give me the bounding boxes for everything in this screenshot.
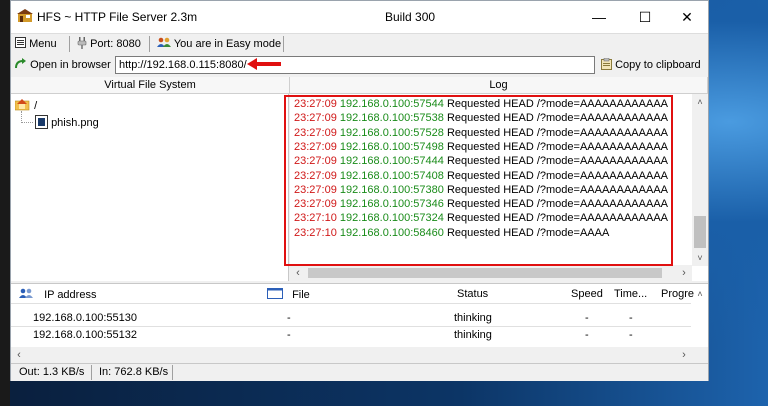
file-column-icon xyxy=(267,288,283,299)
maximize-button[interactable]: ☐ xyxy=(622,1,668,33)
conn-file: - xyxy=(287,329,291,341)
status-divider xyxy=(91,365,92,380)
close-button[interactable]: ✕ xyxy=(664,1,710,33)
menu-button[interactable]: Menu xyxy=(15,37,57,50)
red-highlight-box xyxy=(284,95,673,266)
scroll-down-arrow-icon[interactable]: ˅ xyxy=(692,250,708,266)
toolbar-divider xyxy=(69,36,70,52)
mode-button[interactable]: You are in Easy mode xyxy=(157,37,281,50)
port-button[interactable]: Port: 8080 xyxy=(77,37,141,50)
clipboard-icon xyxy=(601,57,612,70)
url-field[interactable]: http://192.168.0.115:8080/ xyxy=(115,56,595,74)
col-ip-address[interactable]: IP address xyxy=(19,288,96,301)
header-divider xyxy=(11,303,691,304)
desktop-edge xyxy=(0,0,10,406)
menu-label: Menu xyxy=(29,38,57,50)
main-toolbar: Menu Port: 8080 You are in Easy mode xyxy=(11,33,708,54)
open-in-browser-button[interactable]: Open in browser xyxy=(15,58,111,71)
toolbar-divider xyxy=(149,36,150,52)
col-status[interactable]: Status xyxy=(457,288,488,300)
open-in-browser-label: Open in browser xyxy=(30,59,111,71)
col-speed[interactable]: Speed xyxy=(571,288,603,300)
status-in: In: 762.8 KB/s xyxy=(99,366,169,378)
conn-speed: - xyxy=(585,312,589,324)
conn-ip: 192.168.0.100:55132 xyxy=(33,329,137,341)
status-bar: Out: 1.3 KB/s In: 762.8 KB/s xyxy=(11,363,708,381)
toolbar-divider xyxy=(283,36,284,52)
vfs-tree[interactable]: / phish.png xyxy=(11,94,289,281)
scroll-right-arrow-icon[interactable]: › xyxy=(676,265,692,281)
hfs-app-icon xyxy=(17,9,33,22)
col-progress[interactable]: Progre xyxy=(661,288,694,300)
scroll-up-arrow-icon[interactable]: ˄ xyxy=(692,94,708,110)
copy-to-clipboard-button[interactable]: Copy to clipboard xyxy=(601,57,701,71)
vfs-header[interactable]: Virtual File System xyxy=(11,77,290,94)
users-icon xyxy=(157,37,171,47)
log-scroll-thumb[interactable] xyxy=(694,216,706,248)
conn-status: thinking xyxy=(454,312,492,324)
conn-ip: 192.168.0.100:55130 xyxy=(33,312,137,324)
home-folder-icon xyxy=(14,99,30,111)
log-header[interactable]: Log xyxy=(290,77,708,94)
vfs-root-item[interactable]: / xyxy=(14,98,38,112)
minimize-button[interactable]: — xyxy=(576,1,622,33)
conn-status: thinking xyxy=(454,329,492,341)
col-file-label: File xyxy=(292,289,310,301)
vfs-file-label: phish.png xyxy=(51,117,99,129)
image-file-icon xyxy=(35,115,48,129)
open-arrow-icon xyxy=(15,58,26,69)
port-plug-icon xyxy=(77,37,87,49)
conn-file: - xyxy=(287,312,291,324)
row-divider xyxy=(11,326,691,327)
col-time[interactable]: Time... xyxy=(614,288,647,300)
copy-label: Copy to clipboard xyxy=(615,59,701,71)
log-horizontal-scrollbar[interactable]: ‹ › xyxy=(290,265,692,281)
vfs-file-item[interactable]: phish.png xyxy=(35,115,99,129)
col-ip-label: IP address xyxy=(44,289,97,301)
build-label: Build 300 xyxy=(385,10,436,24)
conn-scroll-right-arrow-icon[interactable]: › xyxy=(676,347,692,363)
port-label: Port: 8080 xyxy=(90,38,141,50)
network-icon xyxy=(19,288,33,298)
scroll-left-arrow-icon[interactable]: ‹ xyxy=(290,265,306,281)
conn-speed: - xyxy=(585,329,589,341)
mode-label: You are in Easy mode xyxy=(173,38,282,50)
log-hscroll-thumb[interactable] xyxy=(308,268,662,278)
log-vertical-scrollbar[interactable]: ˄ ˅ xyxy=(692,94,708,266)
col-file[interactable]: File xyxy=(267,288,310,301)
url-toolbar: Open in browser http://192.168.0.115:808… xyxy=(11,54,708,76)
vfs-root-label: / xyxy=(34,100,38,112)
tree-connector xyxy=(21,122,33,124)
title-bar[interactable]: HFS ~ HTTP File Server 2.3m Build 300 — … xyxy=(11,1,708,33)
conn-scroll-up-arrow-icon[interactable]: ˄ xyxy=(692,286,708,302)
connections-list[interactable]: IP address File Status Speed Time... Pro… xyxy=(11,283,708,364)
conn-time: - xyxy=(629,312,633,324)
window-title: HFS ~ HTTP File Server 2.3m xyxy=(37,10,198,24)
conn-scroll-left-arrow-icon[interactable]: ‹ xyxy=(11,347,27,363)
conn-horizontal-scrollbar[interactable]: ‹ › xyxy=(11,347,708,363)
status-out: Out: 1.3 KB/s xyxy=(19,366,85,378)
status-divider xyxy=(172,365,173,380)
conn-time: - xyxy=(629,329,633,341)
menu-icon xyxy=(15,37,26,48)
red-arrow-annotation xyxy=(247,58,281,70)
